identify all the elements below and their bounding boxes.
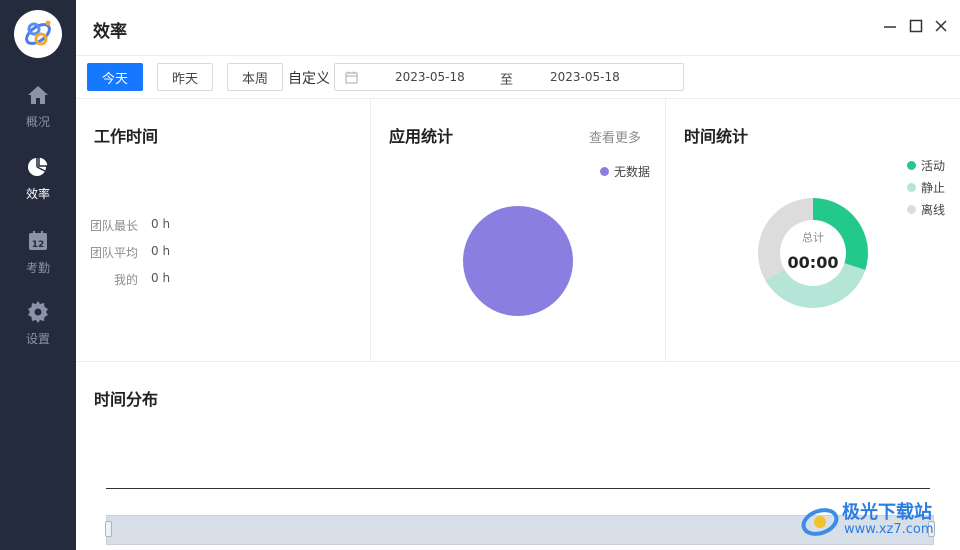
stat-value: 0 h	[151, 244, 171, 258]
sidebar-item-label: 概况	[25, 115, 50, 129]
logo-icon	[25, 20, 51, 46]
slider-handle-left[interactable]	[105, 521, 112, 537]
donut-center-value: 00:00	[788, 253, 839, 272]
time-stats-title: 时间统计	[684, 127, 749, 146]
sidebar-item-overview[interactable]: 概况	[0, 83, 76, 143]
legend-dot	[600, 167, 609, 176]
work-time-title: 工作时间	[94, 127, 159, 146]
legend-idle: 静止	[907, 179, 945, 196]
legend-label: 离线	[921, 203, 946, 217]
calendar-small-icon	[345, 71, 358, 84]
date-to-input[interactable]: 2023-05-18	[550, 70, 620, 84]
watermark-text: 极光下载站	[842, 502, 932, 523]
stat-value: 0 h	[151, 271, 171, 285]
app-pie-chart	[463, 206, 573, 316]
app-logo	[14, 10, 62, 58]
distribution-title: 时间分布	[94, 390, 159, 409]
legend-dot	[907, 161, 916, 170]
sidebar-item-efficiency[interactable]: 效率	[0, 155, 76, 215]
stat-label: 我的	[113, 273, 138, 287]
stat-label: 团队平均	[89, 246, 138, 260]
date-toolbar: 今天 昨天 本周 自定义 2023-05-18 至 2023-05-18	[76, 56, 960, 99]
distribution-axis	[106, 488, 930, 489]
yesterday-button[interactable]: 昨天	[157, 63, 213, 91]
watermark: 极光下载站 www.xz7.com	[800, 496, 952, 544]
legend-active: 活动	[907, 157, 945, 174]
calendar-icon: 12	[29, 231, 47, 250]
page-title: 效率	[93, 22, 127, 42]
maximize-icon[interactable]	[908, 18, 924, 34]
custom-range-label: 自定义	[288, 71, 330, 87]
stat-label: 团队最长	[89, 219, 138, 233]
app-stats-title: 应用统计	[389, 127, 454, 146]
donut-center-label: 总计	[802, 230, 824, 244]
app-stats-panel: 应用统计 查看更多 无数据	[371, 99, 666, 361]
this-week-button[interactable]: 本周	[227, 63, 283, 91]
pie-slice-no-data	[463, 206, 573, 316]
sidebar-item-label: 设置	[25, 332, 50, 346]
view-more-link[interactable]: 查看更多	[589, 127, 641, 146]
legend-label: 静止	[921, 181, 946, 195]
minimize-icon[interactable]	[882, 18, 898, 34]
sidebar-item-label: 考勤	[25, 261, 50, 275]
calendar-icon-number: 12	[32, 240, 45, 250]
close-icon[interactable]	[933, 18, 949, 34]
stat-value: 0 h	[151, 217, 171, 231]
gear-icon	[28, 301, 48, 323]
legend-dot	[907, 183, 916, 192]
sidebar-item-attendance[interactable]: 12 考勤	[0, 229, 76, 289]
sidebar-item-label: 效率	[25, 187, 50, 201]
watermark-logo-icon	[801, 508, 839, 536]
work-time-panel: 工作时间 团队最长 0 h 团队平均 0 h 我的 0 h	[76, 99, 371, 361]
legend-dot	[907, 205, 916, 214]
time-stats-panel: 时间统计 活动 静止 离线 总计 00:00	[666, 99, 960, 361]
date-separator: 至	[500, 73, 514, 88]
date-range-picker[interactable]: 2023-05-18 至 2023-05-18	[334, 63, 684, 91]
home-icon	[28, 86, 48, 104]
title-bar: 效率	[76, 0, 960, 56]
legend-offline: 离线	[907, 201, 945, 218]
time-donut-chart: 总计 00:00	[758, 198, 868, 308]
sidebar-item-settings[interactable]: 设置	[0, 300, 76, 360]
today-button[interactable]: 今天	[87, 63, 143, 91]
pie-chart-icon	[28, 156, 49, 176]
legend-no-data: 无数据	[600, 163, 650, 180]
watermark-url: www.xz7.com	[844, 522, 934, 537]
date-from-input[interactable]: 2023-05-18	[395, 70, 465, 84]
sidebar: 概况 效率 12 考勤 设置	[0, 0, 76, 550]
section-divider	[76, 361, 960, 362]
legend-label: 活动	[921, 159, 946, 173]
legend-label: 无数据	[614, 165, 651, 179]
